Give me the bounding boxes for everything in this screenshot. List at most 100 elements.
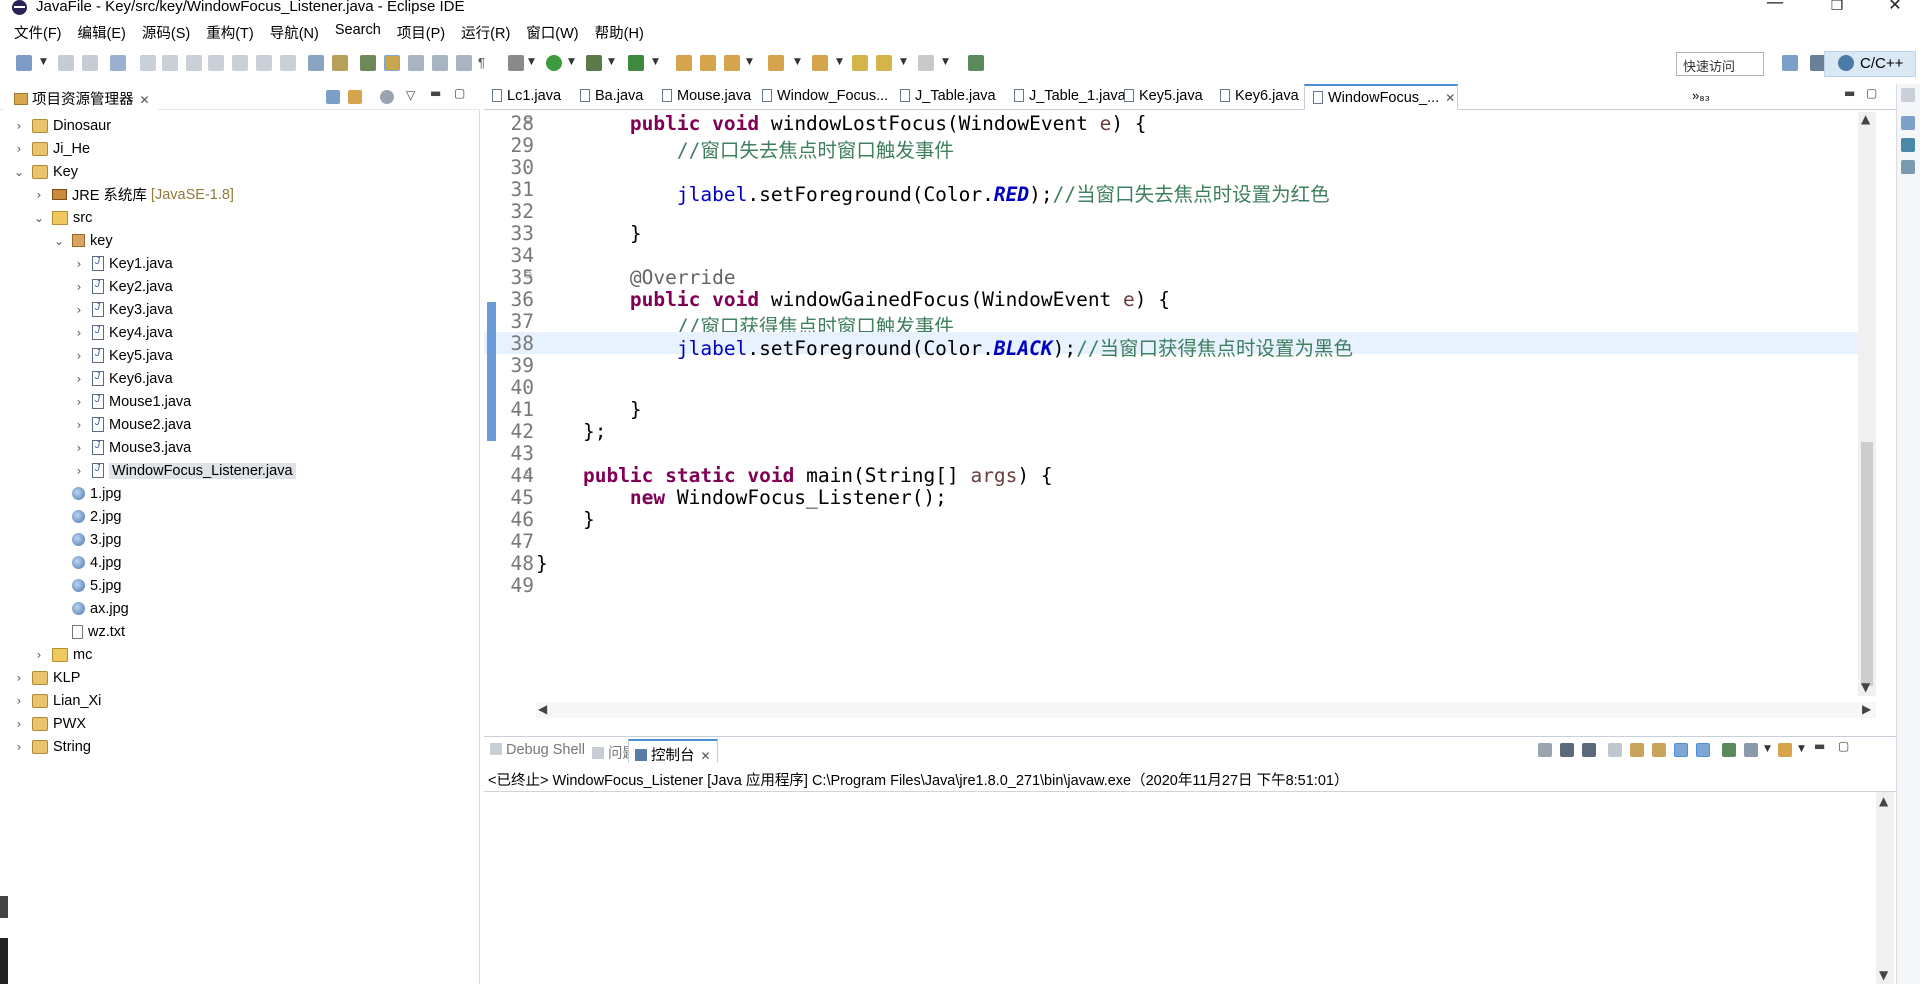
tree-item[interactable]: › Mouse2.java — [72, 413, 192, 436]
chevron-right-icon[interactable]: › — [12, 119, 26, 133]
annotation-dropdown-icon[interactable]: ▼ — [794, 57, 801, 67]
code-line[interactable]: 37 //窗口获得焦点时窗口触发事件 — [484, 310, 1858, 338]
editor-horizontal-scrollbar[interactable]: ◀ ▶ — [536, 702, 1876, 718]
menu-item[interactable]: 导航(N) — [262, 19, 327, 43]
show-on-stdout-icon[interactable] — [1674, 743, 1688, 757]
toggle-block-selection-icon[interactable] — [408, 55, 424, 71]
console-output[interactable]: ▲ ▼ — [484, 791, 1898, 984]
console-tab[interactable]: Debug Shell — [484, 739, 591, 763]
tab-project-explorer[interactable]: 项目资源管理器 ✕ — [4, 84, 158, 110]
open-type-icon[interactable] — [360, 55, 376, 71]
code-line[interactable]: 39 — [484, 354, 1858, 377]
forward-icon[interactable] — [918, 55, 934, 71]
chevron-right-icon[interactable]: › — [72, 326, 86, 340]
tree-item[interactable]: › Key1.java — [72, 252, 173, 275]
chevron-right-icon[interactable]: › — [72, 257, 86, 271]
menu-item[interactable]: 重构(T) — [198, 19, 262, 43]
chevron-right-icon[interactable]: › — [32, 188, 46, 202]
tree-item[interactable]: 3.jpg — [52, 528, 121, 551]
scroll-left-icon[interactable]: ◀ — [538, 702, 547, 716]
open-console-icon[interactable] — [1778, 743, 1792, 757]
view-menu-icon[interactable]: ▽ — [406, 88, 415, 102]
coverage-dropdown-icon[interactable]: ▼ — [652, 57, 659, 67]
chevron-right-icon[interactable]: › — [72, 303, 86, 317]
code-line[interactable]: 36 public void windowGainedFocus(WindowE… — [484, 288, 1858, 311]
expressions-view-icon[interactable] — [1901, 160, 1915, 174]
remove-launch-icon[interactable] — [1560, 743, 1574, 757]
tree-item[interactable]: › KLP — [12, 666, 81, 689]
scroll-up-icon[interactable]: ▲ — [1861, 112, 1870, 126]
disconnect-icon[interactable] — [208, 55, 224, 71]
chevron-right-icon[interactable]: › — [12, 142, 26, 156]
tree-item[interactable]: › JRE 系统库 [JavaSE-1.8] — [32, 183, 234, 206]
menu-item[interactable]: 文件(F) — [6, 19, 70, 43]
code-line[interactable]: 38 jlabel.setForeground(Color.BLACK);//当… — [484, 332, 1858, 360]
close-icon[interactable]: ✕ — [1445, 91, 1455, 105]
quick-access-input[interactable]: 快速访问 — [1676, 52, 1764, 76]
tree-item[interactable]: › String — [12, 735, 91, 758]
editor-tab[interactable]: Mouse.java — [654, 84, 751, 110]
debug-dropdown-icon[interactable]: ▼ — [608, 57, 615, 67]
remove-all-launches-icon[interactable] — [1582, 743, 1596, 757]
skip-breakpoints-icon[interactable] — [110, 55, 126, 71]
breakpoints-view-icon[interactable] — [1901, 138, 1915, 152]
clear-console-icon[interactable] — [1608, 743, 1622, 757]
code-line[interactable]: 46 } — [484, 508, 1858, 531]
editor-body[interactable]: 28 ⊖ public void windowLostFocus(WindowEv… — [484, 112, 1898, 718]
tree-item[interactable]: › Key3.java — [72, 298, 173, 321]
maximize-button[interactable]: ❐ — [1814, 0, 1860, 19]
new-class-dropdown-icon[interactable]: ▼ — [746, 57, 753, 67]
editor-vertical-scrollbar[interactable]: ▲ ▼ — [1858, 112, 1876, 696]
menu-item[interactable]: 源码(S) — [134, 19, 198, 43]
debug-icon[interactable] — [586, 55, 602, 71]
more-tabs-button[interactable]: »₈₃ — [1688, 84, 1710, 110]
console-maximize-icon[interactable]: ▢ — [1838, 739, 1849, 753]
tree-item[interactable]: ⌄ src — [32, 206, 92, 229]
code-line[interactable]: 28 ⊖ public void windowLostFocus(WindowEv… — [484, 112, 1858, 135]
next-annotation-icon[interactable] — [768, 55, 784, 71]
step-return-icon[interactable] — [280, 55, 296, 71]
link-with-editor-icon[interactable] — [348, 90, 362, 104]
chevron-right-icon[interactable]: › — [72, 464, 86, 478]
save-icon[interactable] — [58, 55, 74, 71]
menu-item[interactable]: Search — [327, 19, 389, 43]
tree-item[interactable]: ⌄ Key — [12, 160, 78, 183]
tree-item[interactable]: 2.jpg — [52, 505, 121, 528]
restore-icon[interactable] — [1901, 88, 1915, 102]
close-icon[interactable]: ✕ — [140, 93, 150, 107]
code-line[interactable]: 34 — [484, 244, 1858, 267]
scroll-down-icon[interactable]: ▼ — [1879, 968, 1888, 982]
open-folder-icon[interactable] — [700, 55, 716, 71]
editor-maximize-icon[interactable]: ▢ — [1866, 86, 1877, 100]
console-tab[interactable]: 控制台 ✕ — [628, 739, 718, 764]
step-into-icon[interactable] — [232, 55, 248, 71]
tree-item[interactable]: › Mouse1.java — [72, 390, 192, 413]
tree-item[interactable]: 1.jpg — [52, 482, 121, 505]
new-icon[interactable] — [16, 55, 32, 71]
back-dropdown-icon[interactable]: ▼ — [900, 57, 907, 67]
close-icon[interactable]: ✕ — [701, 749, 711, 763]
tree-item[interactable]: › Ji_He — [12, 137, 90, 160]
focus-active-task-icon[interactable] — [380, 90, 394, 104]
chevron-right-icon[interactable]: › — [72, 441, 86, 455]
tree-item[interactable]: 4.jpg — [52, 551, 121, 574]
forward-dropdown-icon[interactable]: ▼ — [942, 57, 949, 67]
editor-tab[interactable]: J_Table.java — [892, 84, 1002, 110]
run-icon[interactable] — [546, 55, 562, 71]
editor-tab[interactable]: Window_Focus... — [754, 84, 888, 110]
run-dropdown-icon[interactable]: ▼ — [568, 57, 575, 67]
tree-item[interactable]: › Key5.java — [72, 344, 173, 367]
display-console-dropdown-icon[interactable]: ▼ — [1764, 744, 1771, 754]
tree-item[interactable]: › mc — [32, 643, 93, 666]
tree-item[interactable]: › Key6.java — [72, 367, 173, 390]
code-line[interactable]: 49 — [484, 574, 1858, 597]
editor-tab[interactable]: Key5.java — [1116, 84, 1208, 110]
tree-item[interactable]: › PWX — [12, 712, 86, 735]
fold-toggle-icon[interactable]: ⊖ — [524, 116, 532, 127]
code-line[interactable]: 30 — [484, 156, 1858, 179]
open-console-dropdown-icon[interactable]: ▼ — [1798, 744, 1805, 754]
chevron-right-icon[interactable]: › — [72, 418, 86, 432]
fold-toggle-icon[interactable]: ⊖ — [524, 270, 532, 281]
collapse-all-icon[interactable] — [326, 90, 340, 104]
close-button[interactable]: ✕ — [1872, 0, 1918, 18]
